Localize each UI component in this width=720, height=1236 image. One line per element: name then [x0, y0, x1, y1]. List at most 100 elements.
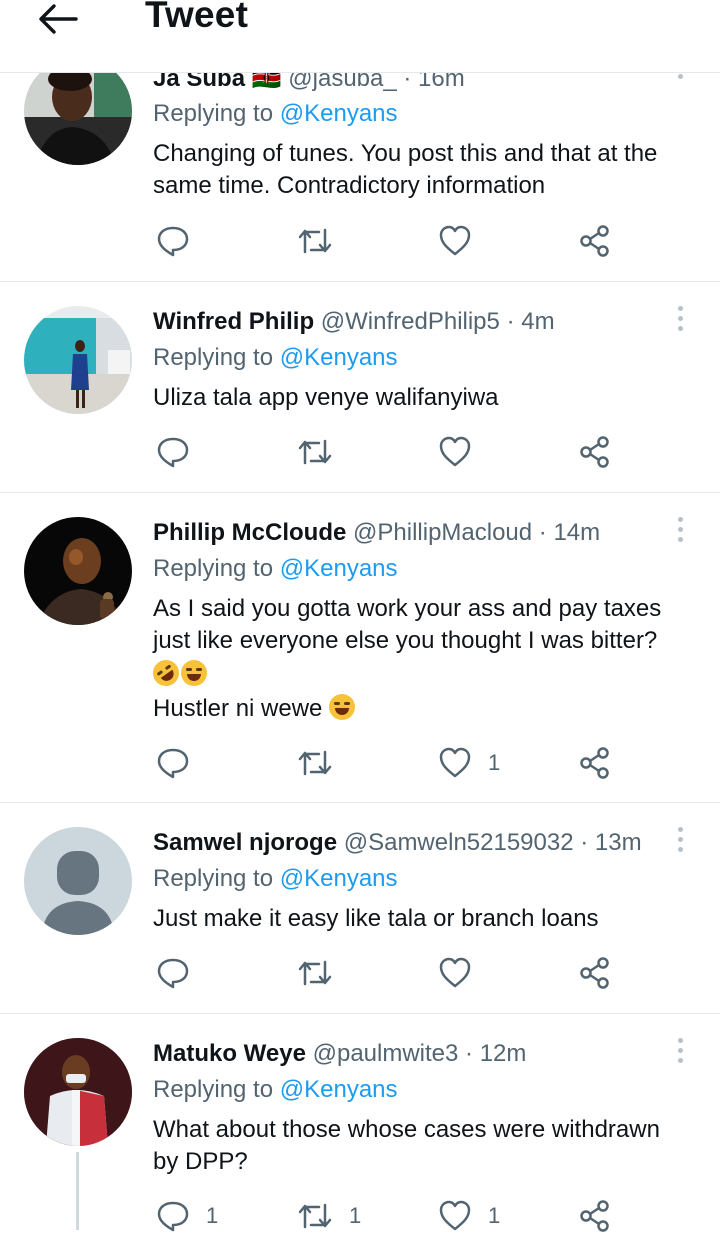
replying-to-label: Replying to — [153, 1076, 274, 1103]
tweet-text: Just make it easy like tala or branch lo… — [153, 903, 698, 935]
tweet-reply[interactable]: Samwel njoroge @Samweln52159032 · 13m Re… — [0, 803, 720, 1014]
share-button[interactable] — [578, 1196, 612, 1236]
tweet-text-line: just like everyone else you thought I wa… — [153, 627, 658, 654]
reply-button[interactable] — [156, 743, 190, 783]
display-name[interactable]: Winfred Philip — [153, 308, 314, 335]
handle[interactable]: @PhillipMacloud — [353, 519, 532, 546]
replying-to-label: Replying to — [153, 100, 274, 127]
emoji-line — [147, 654, 698, 693]
mention-link[interactable]: @Kenyans — [280, 555, 398, 582]
avatar[interactable] — [24, 517, 132, 625]
retweet-button[interactable] — [297, 953, 333, 993]
tweet-text: What about those whose cases were withdr… — [153, 1114, 698, 1178]
tweet-reply[interactable]: Matuko Weye @paulmwite3 · 12m Replying t… — [0, 1014, 720, 1232]
top-app-bar: Tweet — [0, 0, 720, 73]
tweet-text-line: Just make it easy like tala or branch lo… — [153, 905, 599, 932]
more-options-button[interactable] — [670, 304, 690, 334]
handle[interactable]: @paulmwite3 — [313, 1040, 459, 1067]
replying-to-label: Replying to — [153, 865, 274, 892]
reply-icon — [157, 748, 189, 779]
more-options-button[interactable] — [670, 825, 690, 855]
heart-icon — [439, 747, 471, 778]
tweet-meta: Samwel njoroge @Samweln52159032 · 13m — [153, 829, 642, 857]
share-icon — [580, 1200, 609, 1232]
tweet-reply[interactable]: Phillip McCloude @PhillipMacloud · 14m R… — [0, 493, 720, 803]
share-icon — [580, 747, 609, 779]
heart-icon — [439, 436, 471, 467]
handle[interactable]: @Samweln52159032 — [344, 829, 574, 856]
tears-of-joy-emoji — [181, 660, 207, 686]
replying-to-label: Replying to — [153, 344, 274, 371]
like-count: 1 — [488, 1203, 501, 1228]
tweet-text-line: Hustler ni wewe — [153, 693, 698, 725]
share-icon — [580, 436, 609, 468]
reply-icon — [157, 226, 189, 257]
reply-button[interactable]: 1 — [156, 1196, 218, 1236]
reply-button[interactable] — [156, 221, 190, 261]
share-button[interactable] — [578, 432, 612, 472]
avatar[interactable] — [24, 827, 132, 935]
retweet-button[interactable] — [297, 743, 333, 783]
share-icon — [580, 957, 609, 989]
tweet-meta: Phillip McCloude @PhillipMacloud · 14m — [153, 519, 600, 547]
avatar[interactable] — [24, 306, 132, 414]
like-button[interactable]: 1 — [438, 743, 500, 783]
reply-icon — [157, 437, 189, 468]
share-button[interactable] — [578, 743, 612, 783]
tweet-text-line-4: Hustler ni wewe — [153, 695, 323, 722]
more-options-button[interactable] — [670, 1036, 690, 1066]
timestamp: · 13m — [580, 829, 642, 856]
heart-icon — [439, 1200, 471, 1231]
retweet-button[interactable] — [297, 221, 333, 261]
tweet-text: As I said you gotta work your ass and pa… — [147, 593, 698, 725]
reply-icon — [157, 958, 189, 989]
mention-link[interactable]: @Kenyans — [280, 100, 398, 127]
retweet-button[interactable]: 1 — [297, 1196, 361, 1236]
tweet-text: Uliza tala app venye walifanyiwa — [153, 382, 698, 414]
page-title: Tweet — [145, 0, 249, 35]
heart-icon — [439, 225, 471, 256]
display-name[interactable]: Samwel njoroge — [153, 829, 337, 856]
avatar[interactable] — [24, 57, 132, 165]
reply-button[interactable] — [156, 432, 190, 472]
share-button[interactable] — [578, 221, 612, 261]
retweet-button[interactable] — [297, 432, 333, 472]
mention-link[interactable]: @Kenyans — [280, 344, 398, 371]
mention-link[interactable]: @Kenyans — [280, 865, 398, 892]
share-icon — [580, 225, 609, 257]
tears-of-joy-emoji — [329, 694, 356, 720]
avatar[interactable] — [24, 1038, 132, 1146]
display-name[interactable]: Phillip McCloude — [153, 519, 346, 546]
tweet-reply[interactable]: Ja Suba 🇰🇪 @jasuba_ · 16m Replying to @K… — [0, 57, 720, 282]
tweet-meta: Matuko Weye @paulmwite3 · 12m — [153, 1040, 526, 1068]
display-name[interactable]: Matuko Weye — [153, 1040, 306, 1067]
tweet-text-line: by DPP? — [153, 1148, 248, 1175]
reply-button[interactable] — [156, 953, 190, 993]
like-button[interactable] — [438, 953, 472, 993]
retweet-icon — [298, 439, 332, 465]
default-avatar-icon — [24, 827, 132, 935]
retweet-icon — [298, 1203, 332, 1229]
like-button[interactable] — [438, 432, 472, 472]
replying-to: Replying to @Kenyans — [153, 865, 398, 893]
mention-link[interactable]: @Kenyans — [280, 1076, 398, 1103]
like-button[interactable] — [438, 221, 472, 261]
tweet-actions — [0, 221, 720, 261]
handle[interactable]: @WinfredPhilip5 — [321, 308, 500, 335]
tweet-text-line: same time. Contradictory information — [153, 172, 546, 199]
replying-to: Replying to @Kenyans — [153, 344, 398, 372]
tweet-actions — [0, 432, 720, 472]
retweet-icon — [298, 228, 332, 254]
replying-to: Replying to @Kenyans — [153, 555, 398, 583]
reply-icon — [157, 1201, 189, 1232]
like-button[interactable]: 1 — [438, 1196, 500, 1236]
retweet-icon — [298, 750, 332, 776]
back-button[interactable] — [34, 0, 80, 36]
share-button[interactable] — [578, 953, 612, 993]
replying-to-label: Replying to — [153, 555, 274, 582]
retweet-count: 1 — [349, 1203, 362, 1228]
tweet-actions: 1 1 1 — [0, 1196, 720, 1236]
more-options-button[interactable] — [670, 515, 690, 545]
timestamp: · 12m — [465, 1040, 527, 1067]
tweet-reply[interactable]: Winfred Philip @WinfredPhilip5 · 4m Repl… — [0, 282, 720, 493]
